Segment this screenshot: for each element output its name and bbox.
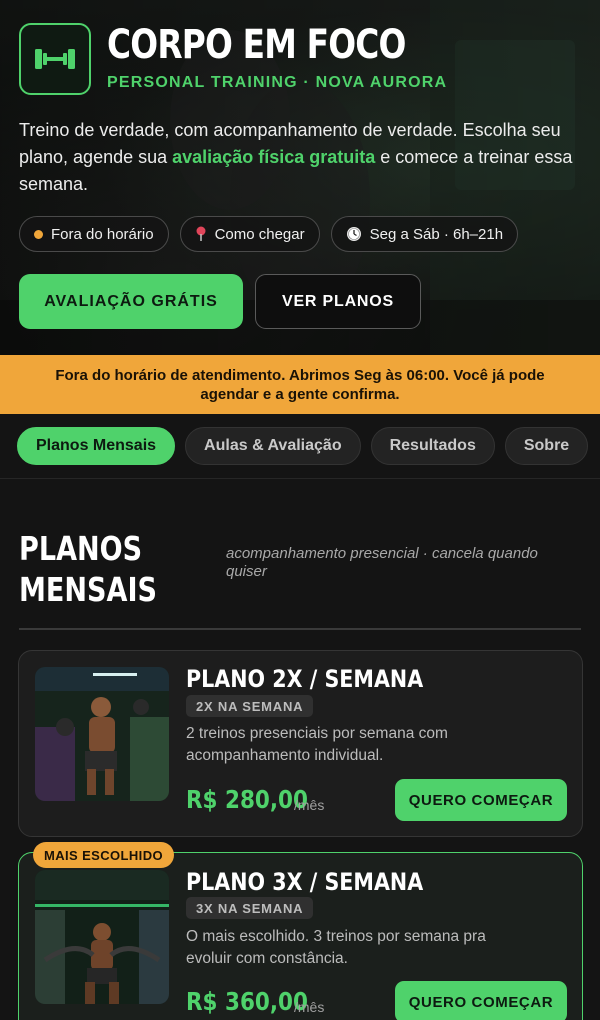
directions-pill[interactable]: Como chegar xyxy=(179,216,320,252)
plan-price: R$ 360,00 xyxy=(186,987,308,1016)
brand-title: CORPO EM FOCO xyxy=(107,22,406,68)
plan-title: PLANO 2X / SEMANA xyxy=(186,665,424,693)
directions-label: Como chegar xyxy=(214,225,305,243)
hours-label: Seg a Sáb · 6h–21h xyxy=(369,225,504,243)
view-plans-button[interactable]: VER PLANOS xyxy=(255,274,421,329)
clock-icon xyxy=(346,227,361,241)
hours-pill: Seg a Sáb · 6h–21h xyxy=(330,216,519,252)
start-plan-button[interactable]: QUERO COMEÇAR xyxy=(395,779,567,821)
status-dot-icon xyxy=(34,229,43,239)
frequency-tag: 3X NA SEMANA xyxy=(186,897,314,919)
frequency-tag: 2X NA SEMANA xyxy=(186,695,314,717)
plan-card: PLANO 2X / SEMANA 2X NA SEMANA 2 treinos… xyxy=(18,650,583,837)
plan-card-featured: PLANO 3X / SEMANA 3X NA SEMANA O mais es… xyxy=(18,852,583,1020)
status-pill: Fora do horário xyxy=(19,216,169,252)
plan-title: PLANO 3X / SEMANA xyxy=(186,868,424,896)
logo xyxy=(19,23,91,95)
section-subtitle: acompanhamento presencial · cancela quan… xyxy=(226,545,538,580)
start-plan-button[interactable]: QUERO COMEÇAR xyxy=(395,981,567,1020)
hero-description: Treino de verdade, com acompanhamento de… xyxy=(19,117,579,198)
tab-results[interactable]: Resultados xyxy=(370,427,495,465)
info-pills: Fora do horário Como chegar Seg a Sáb · … xyxy=(19,216,519,252)
price-period: /mês xyxy=(294,797,325,813)
plan-price: R$ 280,00 xyxy=(186,785,308,814)
tab-about[interactable]: Sobre xyxy=(504,427,589,465)
pin-icon xyxy=(196,226,206,241)
most-chosen-badge: MAIS ESCOLHIDO xyxy=(33,842,174,868)
brand-subtitle: PERSONAL TRAINING · NOVA AURORA xyxy=(107,74,448,91)
hero-section: CORPO EM FOCO PERSONAL TRAINING · NOVA A… xyxy=(0,0,600,355)
free-assessment-button[interactable]: AVALIAÇÃO GRÁTIS xyxy=(19,274,243,329)
section-tabs: Planos Mensais Aulas & Avaliação Resulta… xyxy=(17,427,589,465)
tab-classes[interactable]: Aulas & Avaliação xyxy=(185,427,361,465)
plan-description: O mais escolhido. 3 treinos por semana p… xyxy=(186,928,486,967)
free-assessment-highlight: avaliação física gratuita xyxy=(172,147,376,167)
price-period: /mês xyxy=(294,999,325,1015)
tab-plans[interactable]: Planos Mensais xyxy=(17,427,176,465)
plan-description: 2 treinos presenciais por semana com aco… xyxy=(186,725,448,764)
status-label: Fora do horário xyxy=(51,225,154,243)
tabs-divider xyxy=(0,478,600,479)
plan-photo xyxy=(35,870,169,1004)
dumbbell-icon xyxy=(35,49,75,69)
section-title: PLANOS MENSAIS xyxy=(19,529,158,609)
section-divider xyxy=(19,628,581,630)
plan-photo xyxy=(35,667,169,801)
closed-hours-banner: Fora do horário de atendimento. Abrimos … xyxy=(0,355,600,414)
